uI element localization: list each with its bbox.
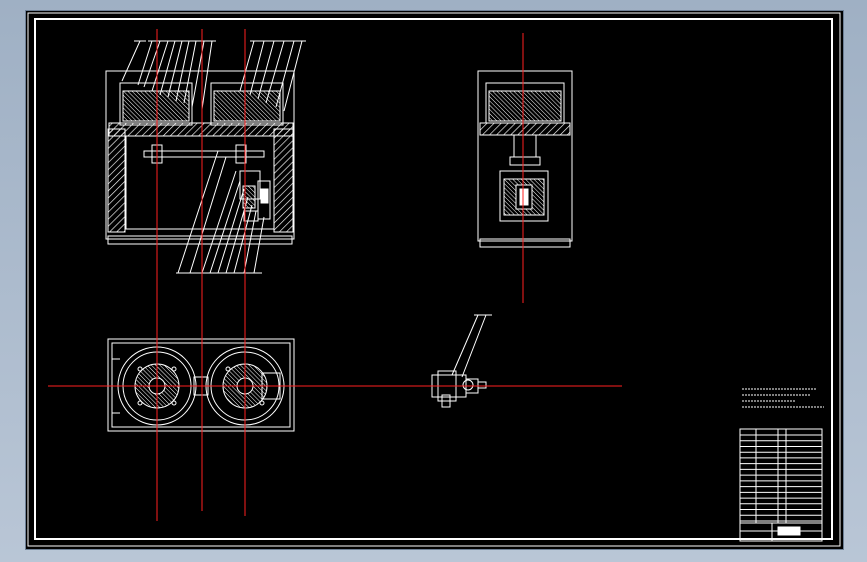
detail-view — [431, 314, 492, 408]
cad-drawing — [27, 12, 841, 547]
title-block — [739, 428, 823, 542]
top-view — [107, 338, 295, 432]
technical-notes — [742, 388, 824, 408]
drawing-sheet — [26, 11, 843, 549]
front-section-view — [105, 40, 306, 274]
side-section-view — [477, 70, 573, 248]
